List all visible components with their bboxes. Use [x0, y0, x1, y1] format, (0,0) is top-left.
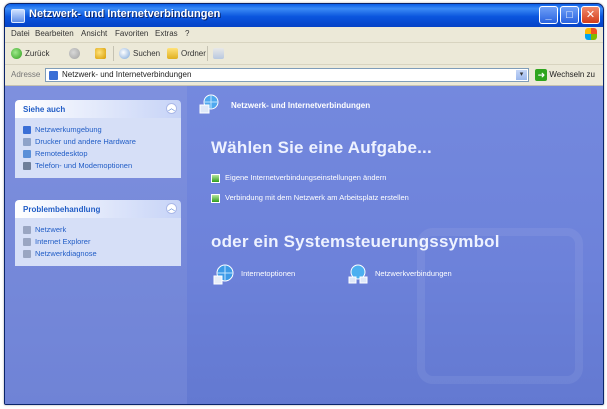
see-also-box: Siehe auch ︿ Netzwerkumgebung Drucker un…: [15, 100, 181, 178]
content-area: Siehe auch ︿ Netzwerkumgebung Drucker un…: [5, 86, 603, 404]
folder-app-icon: [11, 9, 25, 23]
close-button[interactable]: ✕: [581, 6, 600, 24]
troubleshoot-header[interactable]: Problembehandlung ︿: [15, 200, 181, 218]
help-document-icon: [23, 238, 31, 246]
remote-desktop-icon: [23, 150, 31, 158]
views-button[interactable]: [213, 47, 227, 60]
phone-modem-icon: [23, 162, 31, 170]
task-create-work-connection[interactable]: Verbindung mit dem Netzwerk am Arbeitspl…: [211, 192, 409, 204]
link-printers-hardware[interactable]: Drucker und andere Hardware: [15, 136, 181, 148]
link-network-places[interactable]: Netzwerkumgebung: [15, 124, 181, 136]
help-document-icon: [23, 226, 31, 234]
toolbar-separator: [207, 46, 208, 61]
explorer-window: Netzwerk- und Internetverbindungen _ □ ✕…: [4, 3, 604, 405]
task-arrow-icon: [211, 194, 220, 203]
address-label: Adresse: [11, 70, 41, 79]
collapse-chevron-icon[interactable]: ︿: [166, 103, 177, 114]
task-arrow-icon: [211, 174, 220, 183]
go-button[interactable]: ➜ Wechseln zu: [535, 68, 595, 82]
minimize-button[interactable]: _: [539, 6, 558, 24]
help-document-icon: [23, 250, 31, 258]
main-pane: Netzwerk- und Internetverbindungen Wähle…: [187, 86, 603, 404]
address-value: Netzwerk- und Internetverbindungen: [62, 70, 192, 79]
forward-arrow-icon: [69, 48, 80, 60]
category-title: Netzwerk- und Internetverbindungen: [231, 101, 371, 110]
search-button[interactable]: Suchen: [119, 47, 160, 60]
title-bar[interactable]: Netzwerk- und Internetverbindungen _ □ ✕: [5, 4, 603, 27]
task-pane: Siehe auch ︿ Netzwerkumgebung Drucker un…: [5, 86, 187, 404]
link-troubleshoot-ie[interactable]: Internet Explorer: [15, 236, 181, 248]
back-arrow-icon: [11, 48, 22, 60]
folders-icon: [167, 48, 178, 60]
collapse-chevron-icon[interactable]: ︿: [166, 203, 177, 214]
link-network-diagnostics[interactable]: Netzwerkdiagnose: [15, 248, 181, 260]
back-button[interactable]: Zurück: [11, 47, 49, 60]
views-icon: [213, 48, 224, 60]
search-icon: [119, 48, 130, 60]
network-places-icon: [23, 126, 31, 134]
menu-view[interactable]: Ansicht: [81, 29, 107, 38]
pick-task-heading: Wählen Sie eine Aufgabe...: [211, 138, 432, 157]
control-panel-icon: [49, 71, 58, 80]
toolbar: Zurück Suchen Ordner: [5, 43, 603, 65]
maximize-button[interactable]: □: [560, 6, 579, 24]
network-globe-icon: [199, 94, 219, 114]
window-title: Netzwerk- und Internetverbindungen: [29, 8, 221, 20]
menu-file[interactable]: Datei: [11, 29, 30, 38]
up-button[interactable]: [95, 47, 109, 60]
network-connections-icon: [348, 264, 368, 284]
address-input[interactable]: Netzwerk- und Internetverbindungen ▾: [45, 68, 529, 82]
menu-favorites[interactable]: Favoriten: [115, 29, 148, 38]
forward-button[interactable]: [69, 47, 83, 60]
network-connections-item[interactable]: Netzwerkverbindungen: [347, 262, 452, 286]
address-dropdown[interactable]: ▾: [516, 70, 527, 80]
link-troubleshoot-network[interactable]: Netzwerk: [15, 224, 181, 236]
internet-options-item[interactable]: Internetoptionen: [213, 262, 295, 286]
pick-icon-heading: oder ein Systemsteuerungssymbol: [211, 232, 500, 251]
menu-bar: Datei Bearbeiten Ansicht Favoriten Extra…: [5, 27, 603, 43]
menu-tools[interactable]: Extras: [155, 29, 178, 38]
windows-logo-icon: [585, 28, 597, 40]
link-remote-desktop[interactable]: Remotedesktop: [15, 148, 181, 160]
troubleshoot-box: Problembehandlung ︿ Netzwerk Internet Ex…: [15, 200, 181, 266]
printer-icon: [23, 138, 31, 146]
link-phone-modem[interactable]: Telefon- und Modemoptionen: [15, 160, 181, 172]
folders-button[interactable]: Ordner: [167, 47, 206, 60]
menu-edit[interactable]: Bearbeiten: [35, 29, 74, 38]
menu-help[interactable]: ?: [185, 29, 189, 38]
task-change-internet-settings[interactable]: Eigene Internetverbindungseinstellungen …: [211, 172, 386, 184]
folder-up-icon: [95, 48, 106, 60]
go-arrow-icon: ➜: [535, 68, 548, 81]
see-also-header[interactable]: Siehe auch ︿: [15, 100, 181, 118]
toolbar-separator: [113, 46, 114, 61]
address-bar: Adresse Netzwerk- und Internetverbindung…: [5, 65, 603, 86]
internet-options-icon: [213, 264, 234, 285]
